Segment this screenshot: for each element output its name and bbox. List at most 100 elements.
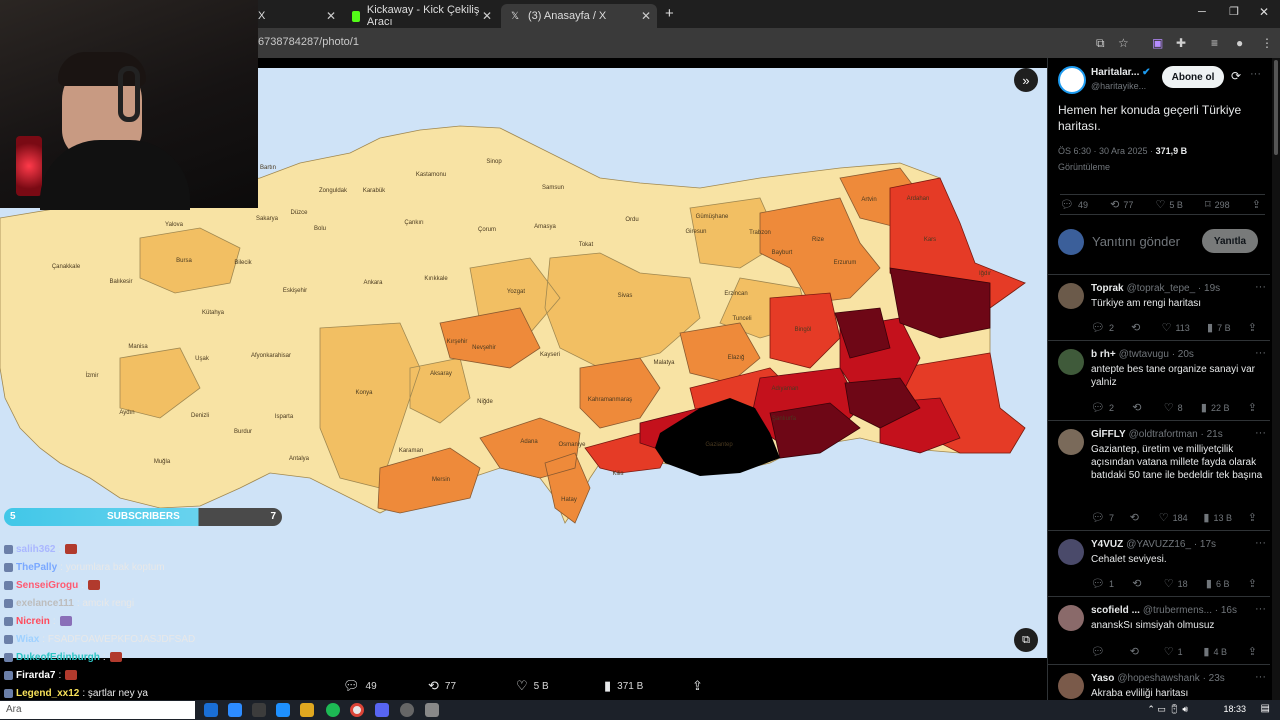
chat-username[interactable]: salih362 [16, 544, 55, 555]
taskbar-search[interactable]: Ara [0, 701, 195, 719]
reply-repost-button[interactable]: ⟲ [1130, 511, 1143, 524]
reply-submit-button[interactable]: Yanıtla [1202, 229, 1258, 253]
reply-views[interactable]: ▮ 4 B [1203, 645, 1227, 658]
calendar-icon[interactable] [252, 703, 266, 717]
scrollbar-thumb[interactable] [1274, 60, 1278, 155]
chrome-icon[interactable] [350, 703, 364, 717]
reply-reply-button[interactable]: 💬︎ 1 [1091, 577, 1114, 590]
reply-author[interactable]: Toprak @toprak_tepe_ · 19s [1091, 283, 1220, 294]
reply-more-icon[interactable]: ··· [1255, 427, 1266, 439]
taskbar-clock[interactable]: 18:33 [1223, 704, 1246, 714]
reply-author[interactable]: Yaso @hopeshawshank · 23s [1091, 673, 1225, 684]
chat-username[interactable]: SenseiGrogu [16, 580, 78, 591]
reply-more-icon[interactable]: ··· [1255, 537, 1266, 549]
notepad-icon[interactable] [425, 703, 439, 717]
follow-button[interactable]: Abone ol [1162, 66, 1224, 88]
reply-more-icon[interactable]: ··· [1255, 347, 1266, 359]
reply-reply-button[interactable]: 💬︎ 2 [1091, 401, 1114, 414]
reply-repost-button[interactable]: ⟲ [1132, 401, 1145, 414]
browser-tab[interactable]: Kickaway - Kick Çekiliş Aracı ✕ [344, 4, 498, 28]
reply-repost-button[interactable]: ⟲ [1130, 645, 1143, 658]
install-app-icon[interactable]: ⧉ [1096, 36, 1105, 51]
reply-tweet[interactable]: b rh+ @twtavugu · 20s ··· antepte bes tane … [1048, 340, 1270, 420]
restore-icon[interactable]: ❐ [1229, 5, 1239, 18]
reply-author[interactable]: scofield ... @trubermens... · 16s [1091, 605, 1237, 616]
reply-author[interactable]: Y4VUZ @YAVUZZ16_ · 17s [1091, 539, 1216, 550]
author-name[interactable]: Haritalar... ✔ [1091, 67, 1151, 78]
reply-like-button[interactable]: ♡ 8 [1164, 401, 1183, 414]
reply-like-button[interactable]: ♡ 18 [1164, 577, 1188, 590]
bookmark-star-icon[interactable]: ☆ [1118, 36, 1129, 50]
repost-button[interactable]: ⟲ 77 [1110, 198, 1133, 211]
close-tab-icon[interactable]: ✕ [641, 9, 651, 23]
notification-icon[interactable]: ▤ [1261, 703, 1270, 714]
reply-more-icon[interactable]: ··· [1255, 671, 1266, 683]
reply-tweet[interactable]: GİFFLY @oldtrafortman · 21s ··· Gaziantep, … [1048, 420, 1270, 530]
discord-icon[interactable] [375, 703, 389, 717]
spotify-icon[interactable] [326, 703, 340, 717]
reply-share-button[interactable]: ⇪ [1248, 645, 1261, 658]
like-button[interactable]: ♡ 5 B [1155, 198, 1182, 211]
reply-share-button[interactable]: ⇪ [1248, 401, 1261, 414]
explorer-icon[interactable] [300, 703, 314, 717]
profile-avatar-icon[interactable]: ● [1236, 36, 1243, 50]
chat-username[interactable]: Nicrein [16, 616, 50, 627]
extension-icon[interactable]: ▣ [1152, 36, 1163, 50]
close-tab-icon[interactable]: ✕ [482, 9, 492, 23]
image-alt-icon[interactable]: ⧉ [1014, 628, 1038, 652]
reply-tweet[interactable]: Toprak @toprak_tepe_ · 19s ··· Türkiye am r… [1048, 274, 1270, 340]
chat-username[interactable]: ThePally [16, 562, 57, 573]
reply-views[interactable]: ▮ 22 B [1201, 401, 1230, 414]
bookmark-button[interactable]: ⌑ 298 [1205, 198, 1230, 211]
repost-action[interactable]: ⟲ 77 [428, 678, 456, 694]
reply-like-button[interactable]: ♡ 184 [1159, 511, 1188, 524]
reply-avatar[interactable] [1058, 605, 1084, 631]
collapse-sidebar-icon[interactable]: » [1014, 68, 1038, 92]
panel-scrollbar[interactable] [1272, 58, 1280, 700]
tray-icons[interactable]: ⌃ ▭ 🔋︎ 🔊︎ [1147, 704, 1188, 715]
chat-username[interactable]: Wiax [16, 634, 39, 645]
obs-icon[interactable] [400, 703, 414, 717]
close-tab-icon[interactable]: ✕ [326, 9, 336, 23]
minimize-icon[interactable]: ─ [1198, 6, 1206, 18]
reply-avatar[interactable] [1058, 539, 1084, 565]
new-tab-icon[interactable]: + [665, 5, 674, 22]
reply-author[interactable]: b rh+ @twtavugu · 20s [1091, 349, 1194, 360]
reply-reply-button[interactable]: 💬︎ 7 [1091, 511, 1114, 524]
reply-repost-button[interactable]: ⟲ [1131, 321, 1144, 334]
close-window-icon[interactable]: ✕ [1259, 5, 1269, 19]
reply-avatar[interactable] [1058, 349, 1084, 375]
reply-tweet[interactable]: Y4VUZ @YAVUZZ16_ · 17s ··· Cehalet seviyesi… [1048, 530, 1270, 596]
reply-like-button[interactable]: ♡ 113 [1162, 321, 1190, 334]
reply-input[interactable]: Yanıtını gönder [1092, 234, 1180, 249]
share-action[interactable]: ⇪ [692, 678, 709, 694]
reply-avatar[interactable] [1058, 673, 1084, 699]
reply-more-icon[interactable]: ··· [1255, 281, 1266, 293]
store-icon[interactable] [228, 703, 242, 717]
reply-action[interactable]: 💬︎ 49 [343, 678, 377, 694]
reply-avatar[interactable] [1058, 429, 1084, 455]
reply-more-icon[interactable]: ··· [1255, 603, 1266, 615]
share-button[interactable]: ⇪ [1252, 198, 1265, 211]
browser-menu-icon[interactable]: ⋮ [1261, 36, 1273, 50]
reply-author[interactable]: GİFFLY @oldtrafortman · 21s [1091, 429, 1223, 440]
reply-repost-button[interactable]: ⟲ [1132, 577, 1145, 590]
url-text[interactable]: 6738784287/photo/1 [258, 36, 359, 48]
reply-like-button[interactable]: ♡ 1 [1164, 645, 1183, 658]
chat-username[interactable]: DukeofEdinburgh [16, 652, 100, 663]
reply-views[interactable]: ▮ 6 B [1206, 577, 1230, 590]
reply-avatar[interactable] [1058, 283, 1084, 309]
reply-share-button[interactable]: ⇪ [1248, 321, 1261, 334]
reply-button[interactable]: 💬︎ 49 [1060, 198, 1088, 211]
mail-icon[interactable] [276, 703, 290, 717]
grok-icon[interactable]: ⟳ [1231, 69, 1241, 83]
reply-views[interactable]: ▮ 7 B [1207, 321, 1231, 334]
browser-tab[interactable]: X ✕ [248, 4, 342, 28]
reply-reply-button[interactable]: 💬︎ [1091, 645, 1109, 658]
like-action[interactable]: ♡ 5 B [516, 678, 549, 694]
reply-reply-button[interactable]: 💬︎ 2 [1091, 321, 1114, 334]
media-control-icon[interactable]: ≡ [1211, 36, 1218, 50]
chat-username[interactable]: exelance111 [16, 598, 74, 609]
views-action[interactable]: ▮ 371 B [604, 678, 643, 694]
chat-username[interactable]: Legend_xx12 [16, 688, 79, 699]
